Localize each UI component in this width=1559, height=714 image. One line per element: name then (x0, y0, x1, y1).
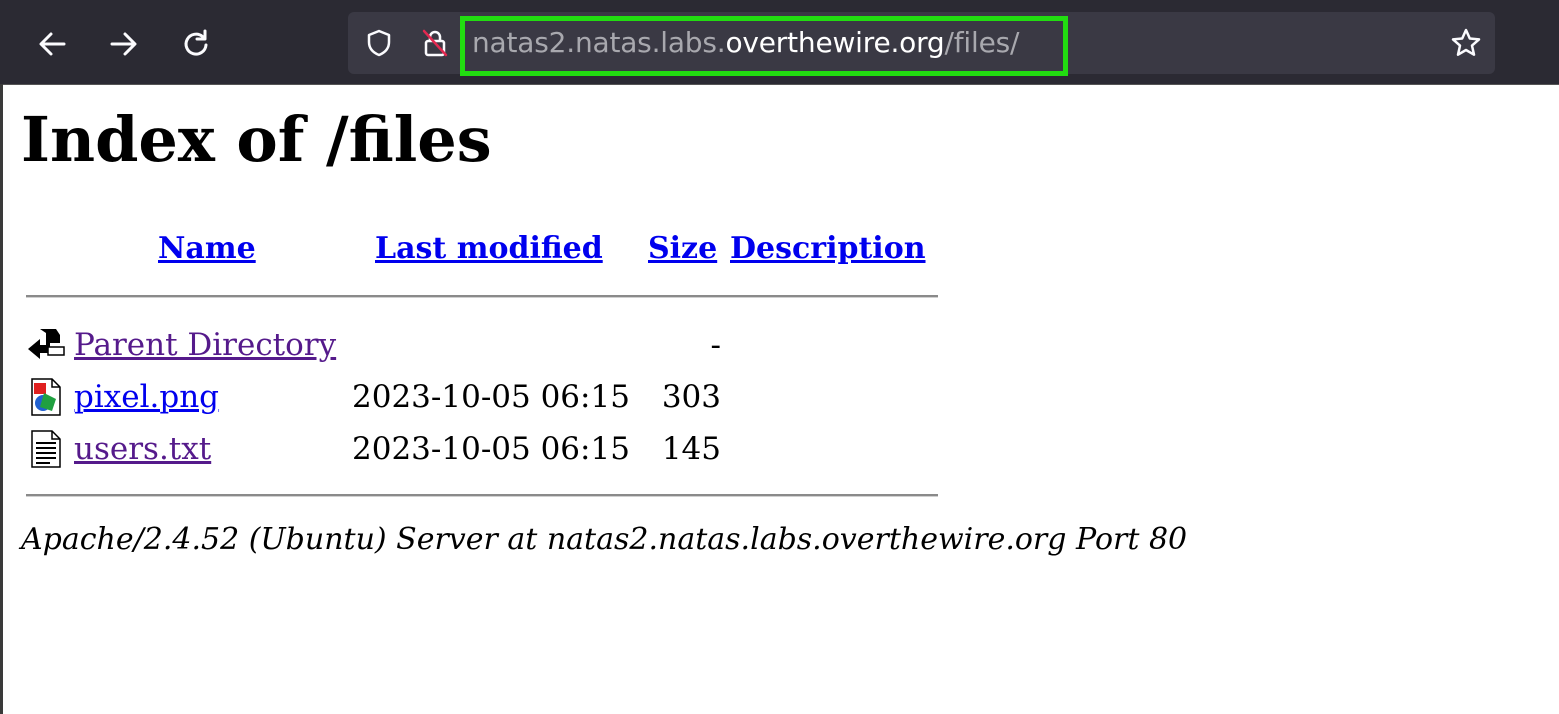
image-file-icon (31, 378, 61, 416)
browser-toolbar: natas2.natas.labs.overthewire.org/files/ (0, 0, 1559, 85)
address-bar[interactable]: natas2.natas.labs.overthewire.org/files/ (348, 12, 1495, 76)
divider-bottom (26, 494, 938, 497)
back-button[interactable] (30, 22, 74, 66)
url-text[interactable]: natas2.natas.labs.overthewire.org/files/ (472, 26, 1019, 60)
shield-icon (367, 29, 391, 57)
row-last-modified: 2023-10-05 06:15 (352, 379, 630, 415)
site-security-button[interactable] (418, 26, 452, 60)
file-link-pixel-png[interactable]: pixel.png (74, 378, 219, 416)
divider-top (26, 295, 938, 298)
forward-button[interactable] (102, 22, 146, 66)
row-size: - (710, 327, 721, 363)
text-file-icon (31, 430, 61, 468)
sort-by-size-link[interactable]: Size (648, 230, 717, 268)
row-last-modified: 2023-10-05 06:15 (352, 431, 630, 467)
sort-by-last-modified-link[interactable]: Last modified (375, 230, 603, 268)
bookmark-star-icon (1451, 28, 1481, 56)
sort-by-description-link[interactable]: Description (730, 230, 926, 268)
forward-arrow-icon (110, 32, 137, 56)
url-prefix: natas2.natas.labs. (472, 26, 726, 59)
url-path: /files/ (944, 26, 1020, 59)
url-domain: overthewire.org (725, 26, 945, 59)
back-folder-icon (28, 329, 65, 359)
window-edge (0, 84, 3, 714)
bookmark-button[interactable] (1449, 26, 1483, 60)
server-signature: Apache/2.4.52 (Ubuntu) Server at natas2.… (21, 522, 1188, 557)
page-title: Index of /files (21, 103, 492, 176)
sort-by-name-link[interactable]: Name (158, 230, 256, 268)
tracking-protection-button[interactable] (362, 26, 396, 60)
parent-directory-link[interactable]: Parent Directory (74, 326, 336, 364)
reload-button[interactable] (174, 22, 218, 66)
back-arrow-icon (39, 32, 66, 56)
row-size: 145 (661, 431, 721, 467)
row-size: 303 (661, 379, 721, 415)
reload-icon (184, 29, 208, 56)
file-link-users-txt[interactable]: users.txt (74, 430, 211, 468)
insecure-lock-icon (422, 29, 448, 57)
